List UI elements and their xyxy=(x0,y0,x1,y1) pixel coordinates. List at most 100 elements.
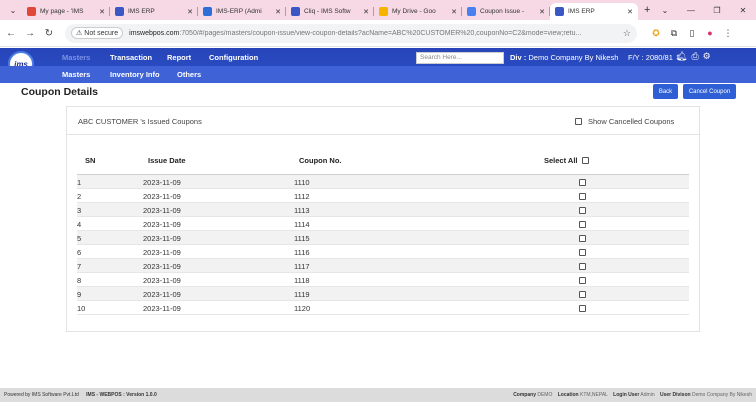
browser-tab[interactable]: My Drive - Goo ✕ xyxy=(374,3,462,20)
app-header: ims Masters Transaction Report Configura… xyxy=(0,48,756,83)
close-window-icon[interactable]: ✕ xyxy=(730,6,756,15)
bookmark-star-icon[interactable]: ☆ xyxy=(623,28,631,39)
show-cancelled-toggle[interactable]: Show Cancelled Coupons xyxy=(575,117,674,126)
kebab-menu-icon[interactable]: ⋮ xyxy=(719,28,737,39)
bell-icon[interactable]: 🔔︎ xyxy=(676,51,687,62)
header-icons: 🔔︎ ⎙ ⚙ xyxy=(676,51,711,62)
cell-coupon-no: 1118 xyxy=(294,276,310,285)
cell-coupon-no: 1114 xyxy=(294,220,310,229)
row-select-checkbox[interactable] xyxy=(579,277,586,284)
tab-favicon-icon xyxy=(467,7,476,16)
back-arrow-icon[interactable]: ← xyxy=(3,28,19,39)
not-secure-badge[interactable]: ⚠ Not secure xyxy=(71,27,124,39)
window-controls: ⌄ — ❐ ✕ xyxy=(652,0,756,20)
cell-sn: 5 xyxy=(77,234,82,243)
tab-favicon-icon xyxy=(203,7,212,16)
row-select-checkbox[interactable] xyxy=(579,235,586,242)
cell-issue-date: 2023-11-09 xyxy=(143,276,181,285)
column-coupon-no: Coupon No. xyxy=(299,156,342,165)
search-input[interactable]: Search Here... xyxy=(416,52,504,64)
tab-close-icon[interactable]: ✕ xyxy=(99,8,105,16)
row-select-checkbox[interactable] xyxy=(579,305,586,312)
cell-issue-date: 2023-11-09 xyxy=(143,234,181,243)
row-select-checkbox[interactable] xyxy=(579,263,586,270)
menu-report[interactable]: Report xyxy=(167,53,191,62)
table-row: 10 2023-11-09 1120 xyxy=(77,301,689,315)
forward-arrow-icon[interactable]: → xyxy=(22,28,38,39)
browser-tab[interactable]: IMS-ERP (Admi ✕ xyxy=(198,3,286,20)
restore-icon[interactable]: ❐ xyxy=(704,6,730,15)
tab-search-chevron-icon[interactable]: ⌄ xyxy=(4,2,22,18)
table-row: 8 2023-11-09 1118 xyxy=(77,273,689,287)
sidepanel-icon[interactable]: ▯ xyxy=(683,28,701,39)
table-row: 1 2023-11-09 1110 xyxy=(77,175,689,189)
table-row: 3 2023-11-09 1113 xyxy=(77,203,689,217)
column-sn: SN xyxy=(85,156,96,165)
menu-configuration[interactable]: Configuration xyxy=(209,53,258,62)
cell-coupon-no: 1119 xyxy=(294,290,310,299)
sub-menu: Masters Inventory Info Others xyxy=(0,66,756,83)
tab-close-icon[interactable]: ✕ xyxy=(363,8,369,16)
profile-avatar-icon[interactable]: ● xyxy=(701,28,719,38)
coupons-card: ABC CUSTOMER 's Issued Coupons Show Canc… xyxy=(66,106,700,332)
submenu-masters[interactable]: Masters xyxy=(62,70,90,79)
cell-issue-date: 2023-11-09 xyxy=(143,220,181,229)
cell-issue-date: 2023-11-09 xyxy=(143,192,181,201)
row-select-checkbox[interactable] xyxy=(579,179,586,186)
minimize-icon[interactable]: — xyxy=(678,6,704,15)
new-tab-plus-icon[interactable]: + xyxy=(644,4,650,16)
menu-masters[interactable]: Masters xyxy=(62,53,90,62)
tab-title: Cliq - IMS Softw xyxy=(304,8,351,15)
gear-icon[interactable]: ⚙ xyxy=(703,51,711,62)
select-all-checkbox[interactable] xyxy=(581,157,589,164)
tab-title: IMS ERP xyxy=(128,8,155,15)
printer-icon[interactable]: ⎙ xyxy=(691,51,698,62)
submenu-others[interactable]: Others xyxy=(177,70,201,79)
cell-issue-date: 2023-11-09 xyxy=(143,304,181,313)
browser-tab[interactable]: IMS ERP ✕ xyxy=(550,3,638,20)
tab-favicon-icon xyxy=(115,7,124,16)
tab-close-icon[interactable]: ✕ xyxy=(451,8,457,16)
tab-close-icon[interactable]: ✕ xyxy=(627,8,633,16)
url-host: imswebpos.com xyxy=(129,29,180,37)
address-bar: ← → ↻ ⚠ Not secure imswebpos.com :7050/#… xyxy=(0,20,756,47)
footer-left: Powered by IMS Software Pvt.Ltd IMS - WE… xyxy=(4,392,157,398)
menu-transaction[interactable]: Transaction xyxy=(110,53,152,62)
cell-sn: 8 xyxy=(77,276,82,285)
column-issue-date: Issue Date xyxy=(148,156,186,165)
cell-sn: 9 xyxy=(77,290,82,299)
tab-title: IMS-ERP (Admi xyxy=(216,8,262,15)
browser-tab-strip: ⌄ My page - 'IMS ✕ IMS ERP ✕ IMS-ERP (Admi ✕ C… xyxy=(0,0,756,20)
submenu-inventory-info[interactable]: Inventory Info xyxy=(110,70,160,79)
tab-close-icon[interactable]: ✕ xyxy=(539,8,545,16)
division-info: Div : Demo Company By Nikesh xyxy=(510,53,619,62)
tab-close-icon[interactable]: ✕ xyxy=(187,8,193,16)
cell-sn: 10 xyxy=(77,304,86,313)
chevron-down-icon[interactable]: ⌄ xyxy=(652,6,678,15)
browser-tab[interactable]: Cliq - IMS Softw ✕ xyxy=(286,3,374,20)
table-row: 5 2023-11-09 1115 xyxy=(77,231,689,245)
cell-sn: 6 xyxy=(77,248,82,257)
reload-icon[interactable]: ↻ xyxy=(41,28,57,39)
cancel-coupon-button[interactable]: Cancel Coupon xyxy=(683,84,736,99)
row-select-checkbox[interactable] xyxy=(579,221,586,228)
tab-title: My page - 'IMS xyxy=(40,8,84,15)
url-omnibox[interactable]: ⚠ Not secure imswebpos.com :7050/#/pages… xyxy=(65,23,637,43)
tab-favicon-icon xyxy=(379,7,388,16)
browser-tab[interactable]: IMS ERP ✕ xyxy=(110,3,198,20)
puzzle-icon[interactable]: ⧉ xyxy=(665,28,683,39)
row-select-checkbox[interactable] xyxy=(579,291,586,298)
card-title: ABC CUSTOMER 's Issued Coupons xyxy=(78,117,202,126)
fiscal-year[interactable]: F/Y : 2080/81 ⇕ xyxy=(628,53,681,62)
browser-tab[interactable]: My page - 'IMS ✕ xyxy=(22,3,110,20)
back-button[interactable]: Back xyxy=(653,84,678,99)
show-cancelled-checkbox[interactable] xyxy=(575,118,582,125)
browser-tab[interactable]: Coupon Issue - ✕ xyxy=(462,3,550,20)
page-title: Coupon Details xyxy=(21,86,99,98)
tab-close-icon[interactable]: ✕ xyxy=(275,8,281,16)
extension-icon[interactable]: ✪ xyxy=(647,28,665,39)
row-select-checkbox[interactable] xyxy=(579,193,586,200)
row-select-checkbox[interactable] xyxy=(579,249,586,256)
row-select-checkbox[interactable] xyxy=(579,207,586,214)
table-row: 7 2023-11-09 1117 xyxy=(77,259,689,273)
